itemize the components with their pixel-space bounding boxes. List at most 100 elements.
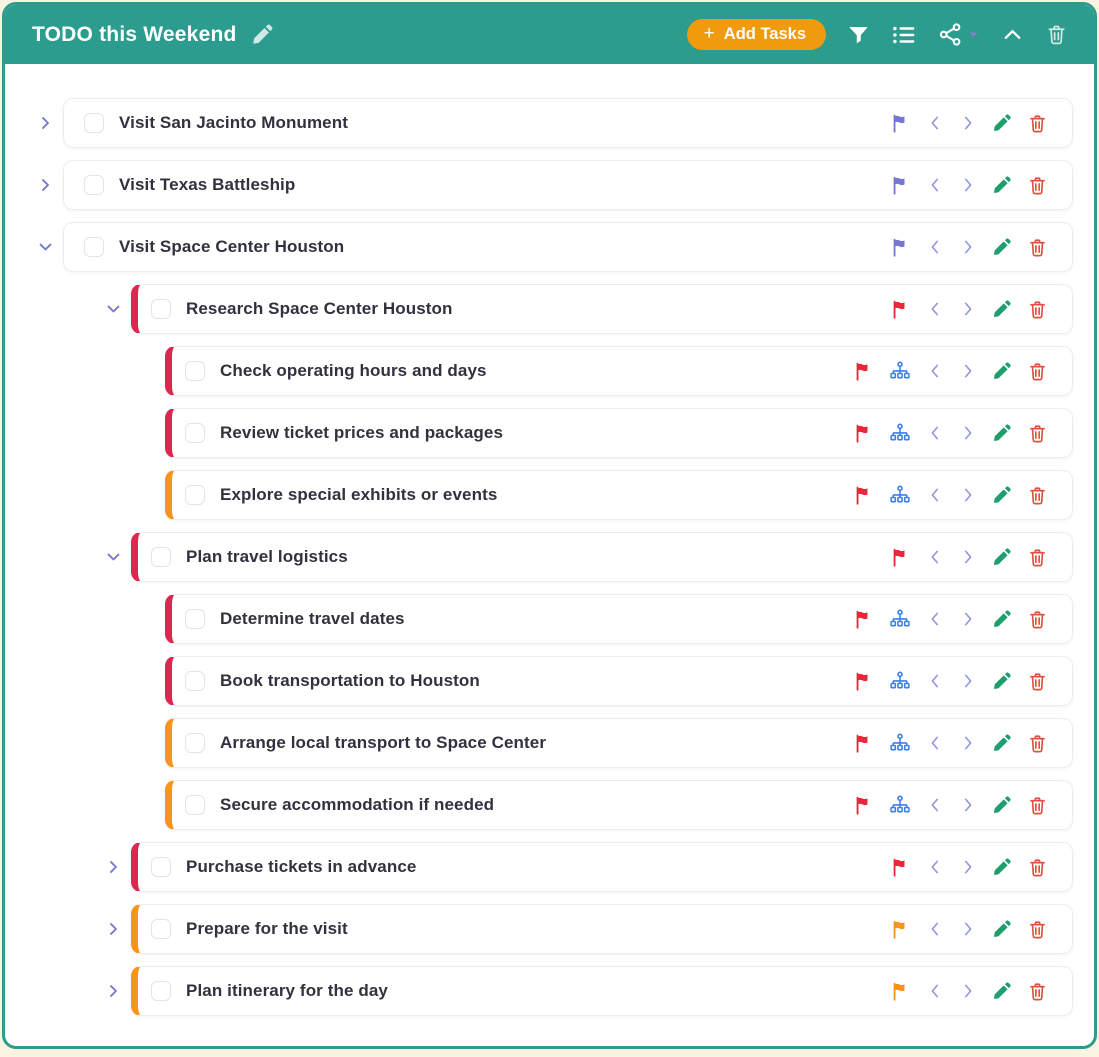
task-checkbox[interactable]: [151, 919, 171, 939]
task-card[interactable]: Research Space Center Houston: [131, 284, 1073, 334]
task-checkbox[interactable]: [151, 547, 171, 567]
flag-button[interactable]: [853, 485, 874, 506]
task-checkbox[interactable]: [151, 299, 171, 319]
edit-task-button[interactable]: [992, 795, 1012, 815]
indent-button[interactable]: [959, 982, 977, 1000]
indent-button[interactable]: [959, 362, 977, 380]
outdent-button[interactable]: [926, 424, 944, 442]
task-checkbox[interactable]: [151, 981, 171, 1001]
edit-task-button[interactable]: [992, 237, 1012, 257]
task-card[interactable]: Determine travel dates: [165, 594, 1073, 644]
flag-button[interactable]: [890, 113, 911, 134]
edit-task-button[interactable]: [992, 733, 1012, 753]
task-checkbox[interactable]: [84, 237, 104, 257]
flag-button[interactable]: [853, 733, 874, 754]
indent-button[interactable]: [959, 486, 977, 504]
flag-button[interactable]: [890, 981, 911, 1002]
outdent-button[interactable]: [926, 796, 944, 814]
outdent-button[interactable]: [926, 920, 944, 938]
expand-chevron[interactable]: [105, 301, 122, 318]
edit-task-button[interactable]: [992, 361, 1012, 381]
task-checkbox[interactable]: [185, 485, 205, 505]
delete-list-button[interactable]: [1045, 23, 1068, 46]
filter-button[interactable]: [847, 23, 870, 46]
expand-chevron[interactable]: [105, 983, 122, 1000]
delete-task-button[interactable]: [1027, 423, 1048, 444]
flag-button[interactable]: [890, 299, 911, 320]
delete-task-button[interactable]: [1027, 175, 1048, 196]
flag-button[interactable]: [890, 857, 911, 878]
task-card[interactable]: Review ticket prices and packages: [165, 408, 1073, 458]
outdent-button[interactable]: [926, 610, 944, 628]
task-checkbox[interactable]: [151, 857, 171, 877]
task-card[interactable]: Arrange local transport to Space Center: [165, 718, 1073, 768]
subtasks-button[interactable]: [889, 360, 911, 382]
flag-button[interactable]: [853, 361, 874, 382]
subtasks-button[interactable]: [889, 794, 911, 816]
outdent-button[interactable]: [926, 362, 944, 380]
delete-task-button[interactable]: [1027, 361, 1048, 382]
expand-chevron[interactable]: [105, 859, 122, 876]
indent-button[interactable]: [959, 300, 977, 318]
collapse-all-button[interactable]: [1001, 23, 1024, 46]
expand-chevron[interactable]: [105, 549, 122, 566]
flag-button[interactable]: [890, 919, 911, 940]
indent-button[interactable]: [959, 858, 977, 876]
outdent-button[interactable]: [926, 734, 944, 752]
subtasks-button[interactable]: [889, 670, 911, 692]
outdent-button[interactable]: [926, 114, 944, 132]
indent-button[interactable]: [959, 734, 977, 752]
outdent-button[interactable]: [926, 858, 944, 876]
task-card[interactable]: Visit San Jacinto Monument: [63, 98, 1073, 148]
indent-button[interactable]: [959, 238, 977, 256]
task-card[interactable]: Secure accommodation if needed: [165, 780, 1073, 830]
edit-task-button[interactable]: [992, 113, 1012, 133]
edit-task-button[interactable]: [992, 485, 1012, 505]
edit-task-button[interactable]: [992, 981, 1012, 1001]
delete-task-button[interactable]: [1027, 981, 1048, 1002]
delete-task-button[interactable]: [1027, 857, 1048, 878]
delete-task-button[interactable]: [1027, 733, 1048, 754]
subtasks-button[interactable]: [889, 484, 911, 506]
outdent-button[interactable]: [926, 672, 944, 690]
indent-button[interactable]: [959, 176, 977, 194]
task-checkbox[interactable]: [185, 609, 205, 629]
delete-task-button[interactable]: [1027, 609, 1048, 630]
task-card[interactable]: Visit Space Center Houston: [63, 222, 1073, 272]
edit-task-button[interactable]: [992, 609, 1012, 629]
delete-task-button[interactable]: [1027, 113, 1048, 134]
outdent-button[interactable]: [926, 300, 944, 318]
indent-button[interactable]: [959, 114, 977, 132]
expand-chevron[interactable]: [105, 921, 122, 938]
outdent-button[interactable]: [926, 486, 944, 504]
task-checkbox[interactable]: [84, 175, 104, 195]
task-checkbox[interactable]: [185, 733, 205, 753]
list-view-button[interactable]: [891, 22, 917, 48]
flag-button[interactable]: [853, 609, 874, 630]
delete-task-button[interactable]: [1027, 237, 1048, 258]
indent-button[interactable]: [959, 548, 977, 566]
outdent-button[interactable]: [926, 982, 944, 1000]
edit-task-button[interactable]: [992, 671, 1012, 691]
delete-task-button[interactable]: [1027, 299, 1048, 320]
task-card[interactable]: Plan travel logistics: [131, 532, 1073, 582]
expand-chevron[interactable]: [37, 239, 54, 256]
expand-chevron[interactable]: [37, 115, 54, 132]
task-card[interactable]: Purchase tickets in advance: [131, 842, 1073, 892]
task-card[interactable]: Prepare for the visit: [131, 904, 1073, 954]
task-card[interactable]: Plan itinerary for the day: [131, 966, 1073, 1016]
subtasks-button[interactable]: [889, 422, 911, 444]
edit-task-button[interactable]: [992, 299, 1012, 319]
indent-button[interactable]: [959, 796, 977, 814]
flag-button[interactable]: [853, 423, 874, 444]
edit-task-button[interactable]: [992, 423, 1012, 443]
share-caret-button[interactable]: [967, 28, 980, 41]
indent-button[interactable]: [959, 424, 977, 442]
subtasks-button[interactable]: [889, 732, 911, 754]
flag-button[interactable]: [853, 671, 874, 692]
delete-task-button[interactable]: [1027, 795, 1048, 816]
subtasks-button[interactable]: [889, 608, 911, 630]
edit-task-button[interactable]: [992, 919, 1012, 939]
add-tasks-button[interactable]: + Add Tasks: [687, 19, 826, 50]
task-card[interactable]: Check operating hours and days: [165, 346, 1073, 396]
